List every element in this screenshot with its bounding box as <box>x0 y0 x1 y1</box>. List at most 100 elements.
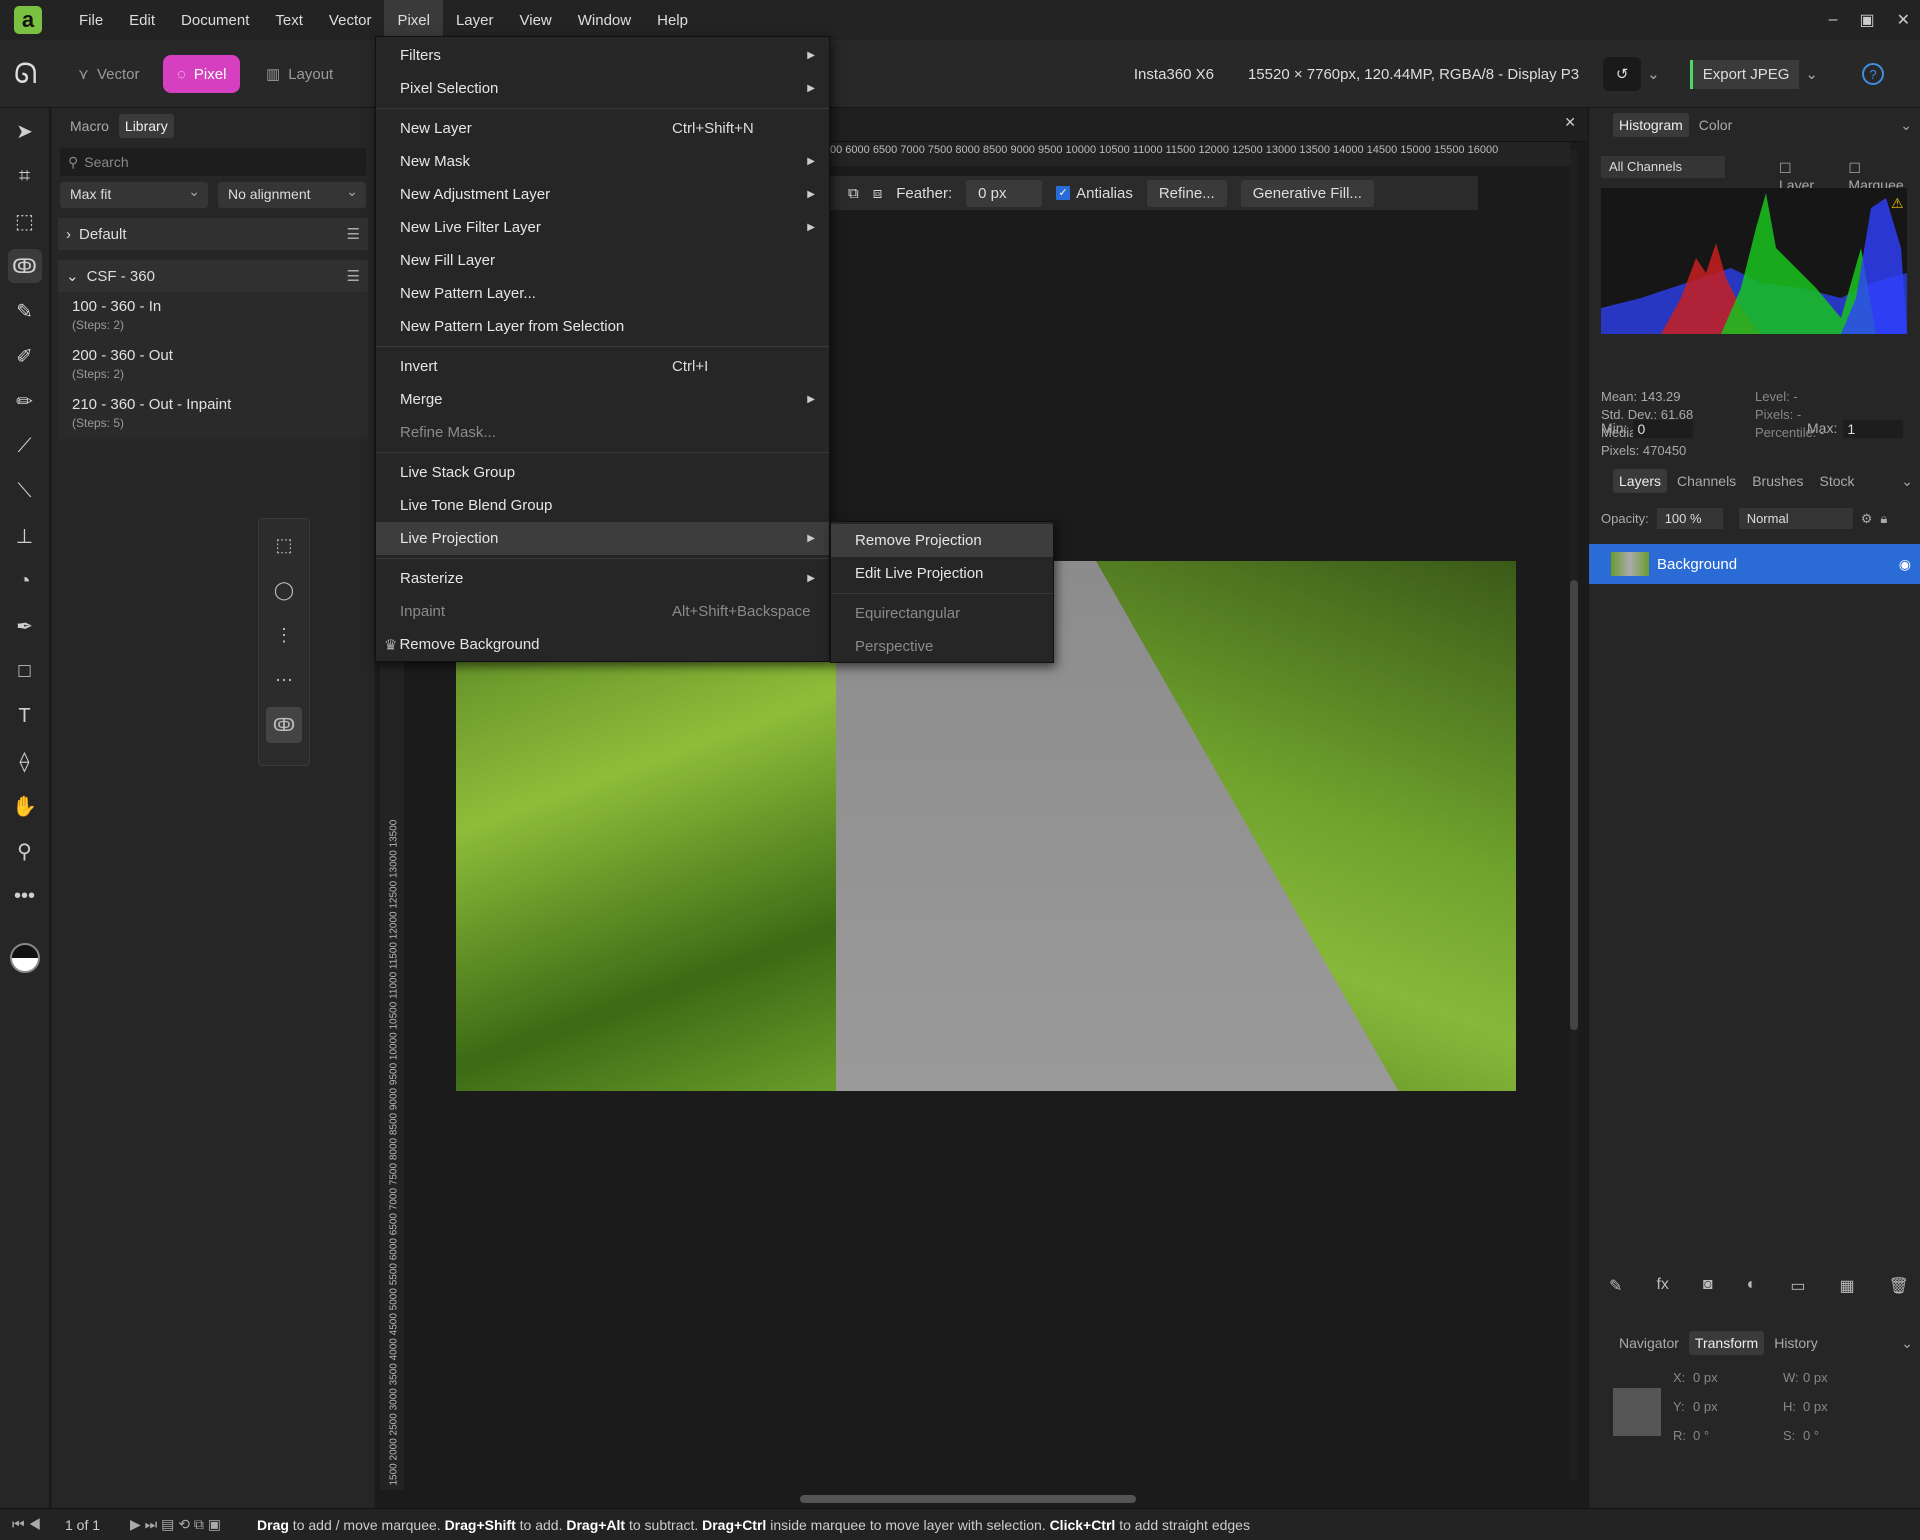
tab-stock[interactable]: Stock <box>1814 469 1861 493</box>
tab-transform[interactable]: Transform <box>1688 1331 1765 1355</box>
dodge-icon[interactable]: ◔ <box>8 564 42 598</box>
menu-file[interactable]: File <box>66 0 116 40</box>
horizontal-scroll-thumb[interactable] <box>800 1495 1136 1503</box>
close-window-icon[interactable]: ✕ <box>1897 10 1910 30</box>
list-icon[interactable]: ☰ <box>347 225 360 243</box>
anchor-grid-icon[interactable] <box>1613 1388 1661 1436</box>
menu-item-live-projection[interactable]: Live Projection ▶ <box>376 522 829 555</box>
page-next-icons[interactable]: ▶ ⏭ ▤ ⟲ ⧉ ▣ <box>130 1516 221 1533</box>
color-picker-icon[interactable]: ⟠ <box>8 744 42 778</box>
macro-group-csf[interactable]: ⌄ CSF - 360 ☰ <box>58 260 368 292</box>
zoom-tool-icon[interactable]: ⚲ <box>8 834 42 868</box>
menu-item-pixel-selection[interactable]: Pixel Selection ▶ <box>376 72 829 105</box>
rectangle-tool-icon[interactable]: □ <box>8 654 42 688</box>
paint-brush-icon[interactable]: ✐ <box>8 339 42 373</box>
text-tool-icon[interactable]: T <box>8 699 42 733</box>
tab-macro[interactable]: Macro <box>64 114 115 138</box>
edit-layer-icon[interactable]: ✎ <box>1609 1276 1622 1296</box>
panel-menu-icon[interactable]: ⌄ <box>1901 1335 1913 1352</box>
menu-text[interactable]: Text <box>262 0 316 40</box>
clone-icon[interactable]: ⊥ <box>8 519 42 553</box>
library-search-input[interactable]: ⚲ Search <box>60 148 366 176</box>
list-icon[interactable]: ☰ <box>347 267 360 285</box>
visibility-eye-icon[interactable]: ◉ <box>1899 556 1911 573</box>
menu-view[interactable]: View <box>507 0 565 40</box>
pixel-layer-icon[interactable]: ▦ <box>1839 1276 1854 1296</box>
hand-tool-icon[interactable]: ✋ <box>8 789 42 823</box>
menu-item-remove-background[interactable]: ♛ Remove Background <box>376 628 829 661</box>
row-marquee-icon[interactable]: ⋯ <box>266 662 302 698</box>
y-field[interactable]: 0 px <box>1693 1399 1783 1414</box>
selection-mode-icon[interactable]: ↺ <box>1603 57 1642 91</box>
retouch-icon[interactable]: ⟋ <box>8 429 42 463</box>
tab-library[interactable]: Library <box>118 114 174 138</box>
crop-tool-icon[interactable]: ⌗ <box>8 159 42 193</box>
flood-fill-icon[interactable]: ✎ <box>8 294 42 328</box>
macro-item[interactable]: 100 - 360 - In (Steps: 2) <box>58 292 368 341</box>
menu-item-new-live-filter-layer[interactable]: New Live Filter Layer ▶ <box>376 211 829 244</box>
fit-dropdown[interactable]: Max fit <box>60 182 208 208</box>
macro-item[interactable]: 210 - 360 - Out - Inpaint (Steps: 5) <box>58 390 368 439</box>
mode-subtract-icon[interactable]: ⧈ <box>873 185 883 202</box>
move-tool-icon[interactable]: ➤ <box>8 114 42 148</box>
menu-item-new-mask[interactable]: New Mask ▶ <box>376 145 829 178</box>
pen-tool-icon[interactable]: ✒ <box>8 609 42 643</box>
menu-item-new-pattern-layer[interactable]: New Pattern Layer... <box>376 277 829 310</box>
menu-item-live-stack-group[interactable]: Live Stack Group <box>376 456 829 489</box>
menu-item-merge[interactable]: Merge ▶ <box>376 383 829 416</box>
alignment-dropdown[interactable]: No alignment <box>218 182 366 208</box>
close-document-icon[interactable]: ✕ <box>1564 114 1576 131</box>
macro-item[interactable]: 200 - 360 - Out (Steps: 2) <box>58 341 368 390</box>
rect-marquee-icon[interactable]: ⬚ <box>266 527 302 563</box>
tab-layers[interactable]: Layers <box>1613 469 1668 493</box>
tab-navigator[interactable]: Navigator <box>1613 1331 1685 1355</box>
h-field[interactable]: 0 px <box>1803 1399 1893 1414</box>
menu-item-invert[interactable]: Invert Ctrl+I <box>376 350 829 383</box>
ellipse-marquee-icon[interactable]: ◯ <box>266 572 302 608</box>
gear-icon[interactable]: ⚙ <box>1861 511 1873 527</box>
menu-item-new-layer[interactable]: New Layer Ctrl+Shift+N <box>376 112 829 145</box>
menu-edit[interactable]: Edit <box>116 0 168 40</box>
menu-item-remove-projection[interactable]: Remove Projection <box>831 524 1053 557</box>
menu-item-new-adjustment-layer[interactable]: New Adjustment Layer ▶ <box>376 178 829 211</box>
tab-history[interactable]: History <box>1768 1331 1824 1355</box>
new-group-icon[interactable]: ▭ <box>1790 1276 1805 1296</box>
panel-menu-icon[interactable]: ⌄ <box>1900 117 1912 134</box>
menu-item-live-tone-blend-group[interactable]: Live Tone Blend Group <box>376 489 829 522</box>
maximize-icon[interactable]: ▣ <box>1859 10 1874 30</box>
tab-histogram[interactable]: Histogram <box>1613 113 1689 137</box>
refine-button[interactable]: Refine... <box>1146 179 1227 207</box>
persona-layout[interactable]: ▥ Layout <box>252 55 347 93</box>
menu-layer[interactable]: Layer <box>443 0 507 40</box>
panel-menu-icon[interactable]: ⌄ <box>1901 473 1913 490</box>
x-field[interactable]: 0 px <box>1693 1370 1783 1385</box>
persona-vector[interactable]: ⋎ Vector <box>64 55 154 93</box>
menu-window[interactable]: Window <box>565 0 644 40</box>
more-tools-icon[interactable]: ••• <box>8 879 42 913</box>
freehand-selection-icon[interactable]: ↂ <box>7 249 42 283</box>
feather-input[interactable]: 0 px <box>966 179 1043 207</box>
w-field[interactable]: 0 px <box>1803 1370 1893 1385</box>
menu-pixel[interactable]: Pixel <box>384 0 443 40</box>
mode-intersect-icon[interactable]: ⧉ <box>848 185 859 202</box>
freehand-marquee-icon[interactable]: ↂ <box>266 707 302 743</box>
menu-document[interactable]: Document <box>168 0 262 40</box>
help-icon[interactable]: ? <box>1862 63 1884 85</box>
blend-mode-dropdown[interactable]: Normal <box>1738 508 1853 529</box>
app-menu-icon[interactable]: ᘏ <box>14 58 37 91</box>
export-jpeg-button[interactable]: Export JPEG <box>1689 59 1800 89</box>
menu-item-filters[interactable]: Filters ▶ <box>376 39 829 72</box>
fx-icon[interactable]: fx <box>1656 1276 1668 1296</box>
persona-pixel[interactable]: ◌ Pixel <box>163 55 241 93</box>
opacity-field[interactable]: 100 % <box>1656 508 1723 529</box>
menu-item-rasterize[interactable]: Rasterize ▶ <box>376 562 829 595</box>
color-swatch-icon[interactable] <box>9 943 40 973</box>
column-marquee-icon[interactable]: ⋮ <box>266 617 302 653</box>
menu-help[interactable]: Help <box>644 0 701 40</box>
selection-brush-icon[interactable]: ⬚ <box>8 204 42 238</box>
minimize-icon[interactable]: – <box>1829 11 1838 29</box>
channels-dropdown[interactable]: All Channels <box>1601 156 1725 178</box>
menu-vector[interactable]: Vector <box>316 0 385 40</box>
page-prev-icons[interactable]: ⏮ ◀ <box>12 1516 41 1533</box>
scroll-thumb[interactable] <box>1570 580 1578 1030</box>
